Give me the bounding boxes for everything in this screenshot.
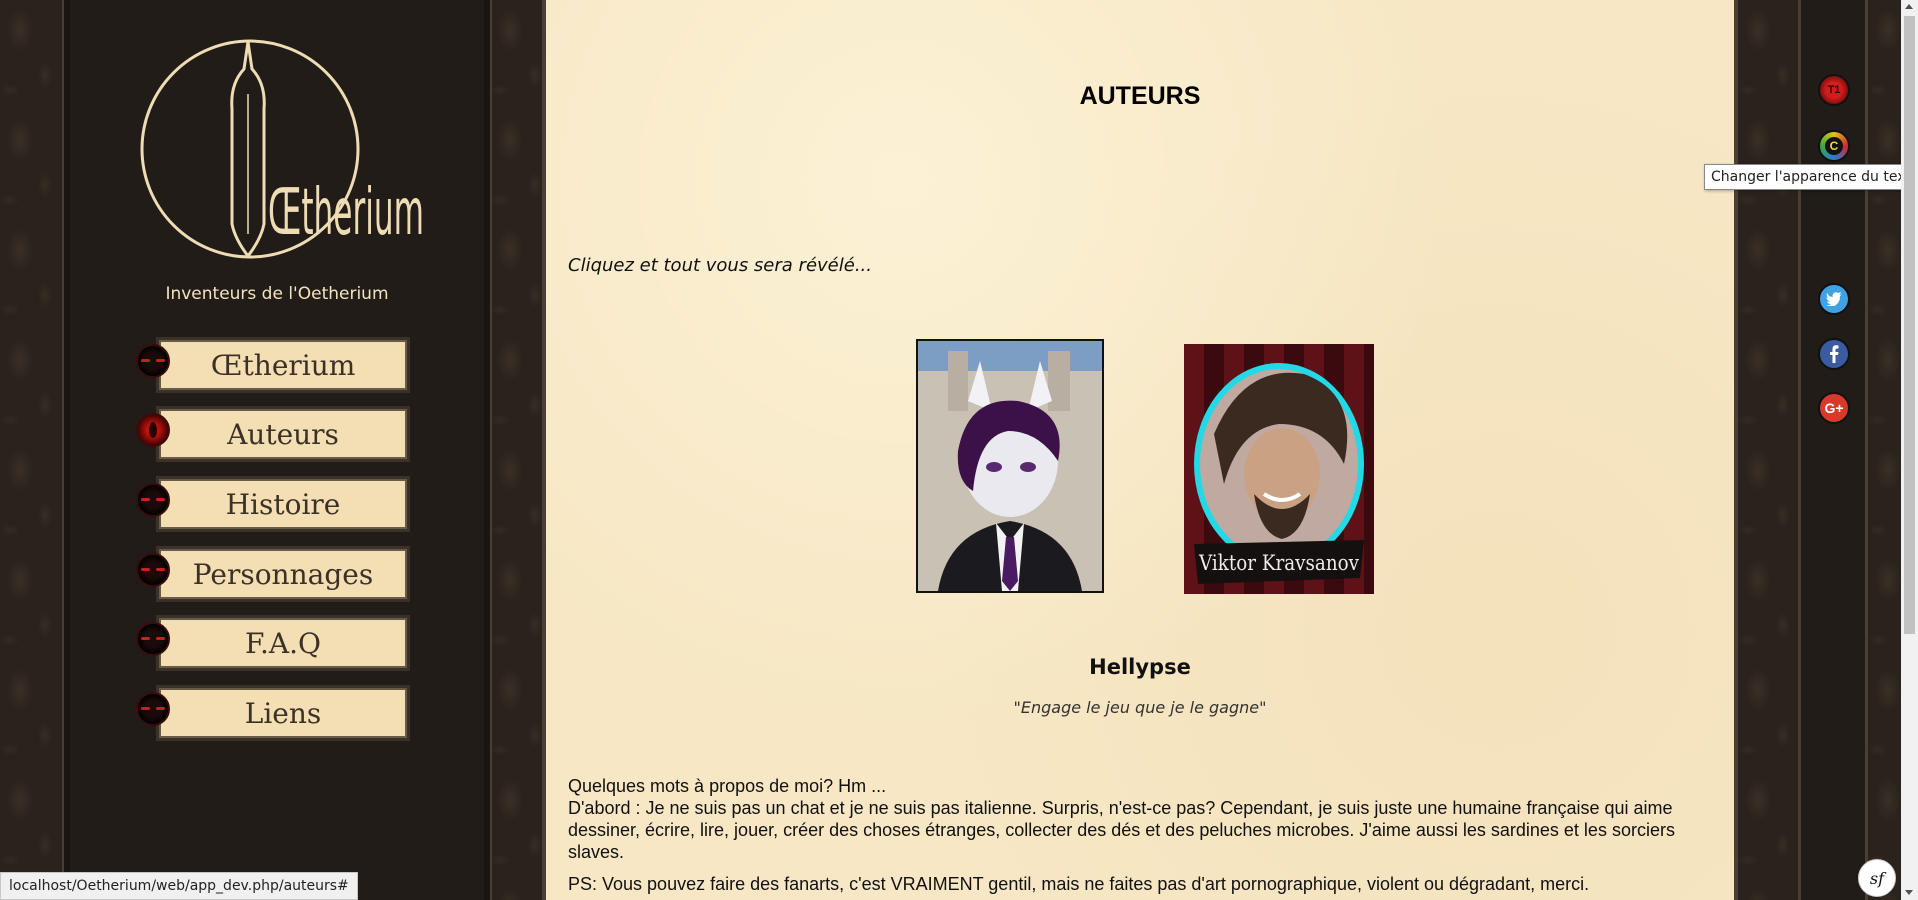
logo-text: Œtherium [268,176,424,250]
author-bio: Quelques mots à propos de moi? Hm ... D'… [568,775,1728,895]
page-title: AUTEURS [1079,82,1201,110]
nav-label: Auteurs [159,409,407,459]
eye-icon [136,483,170,517]
site-logo[interactable]: Œtherium [140,34,430,264]
author-quote: "Engage le jeu que je le gagne" [1013,698,1267,717]
bio-intro: Quelques mots à propos de moi? Hm ... [568,776,887,796]
nav-item-histoire[interactable]: Histoire [136,476,410,532]
text-size-button[interactable]: T1 [1818,74,1850,106]
bio-paragraph: D'abord : Je ne suis pas un chat et je n… [568,798,1675,862]
eye-icon [136,553,170,587]
nav-item-personnages[interactable]: Personnages [136,546,410,602]
nav-label: Œtherium [159,340,407,390]
nav-label: Liens [159,688,407,738]
vertical-scrollbar[interactable] [1901,0,1918,900]
main-content: AUTEURS Cliquez et tout vous sera révélé… [542,0,1738,900]
bio-ps: PS: Vous pouvez faire des fanarts, c'est… [568,874,1590,894]
eye-icon [136,344,170,378]
nav-label: F.A.Q [159,618,407,668]
facebook-icon [1830,345,1839,363]
left-background-pattern [0,0,70,900]
far-right-background-pattern [1868,0,1902,900]
twitter-icon [1826,292,1842,306]
site-tagline: Inventeurs de l'Oetherium [165,284,389,304]
nav-label: Histoire [159,479,407,529]
nav-item-auteurs[interactable]: Auteurs [136,406,410,462]
author-name: Hellypse [1089,655,1191,679]
eye-icon [136,692,170,726]
nav-item-faq[interactable]: F.A.Q [136,615,410,671]
google-plus-share-button[interactable]: G+ [1818,392,1850,424]
tooltip: Changer l'apparence du texte [1704,164,1918,190]
portrait-hellypse[interactable] [916,339,1104,593]
text-appearance-button[interactable]: C [1818,130,1850,162]
color-wheel-icon: C [1825,137,1843,155]
nav-label: Personnages [159,549,407,599]
facebook-share-button[interactable] [1818,338,1850,370]
middle-background-pattern [490,0,542,900]
scroll-down-arrow-icon[interactable] [1905,890,1913,895]
portrait-caption: Viktor Kravsanov [1198,551,1359,575]
eye-open-icon [136,413,170,447]
font-icon: T1 [1827,84,1841,96]
scrollbar-thumb[interactable] [1904,16,1915,634]
google-plus-icon: G+ [1824,400,1844,416]
nav-item-oetherium[interactable]: Œtherium [136,337,410,393]
symfony-toolbar-icon[interactable]: sf [1858,859,1896,897]
portrait-viktor-kravsanov[interactable]: Viktor Kravsanov [1184,344,1374,594]
scroll-up-arrow-icon[interactable] [1905,4,1913,9]
sidebar: Œtherium Inventeurs de l'Oetherium Œther… [62,0,492,900]
nav-item-liens[interactable]: Liens [136,685,410,741]
eye-icon [136,622,170,656]
right-background-pattern [1738,0,1798,900]
intro-text: Cliquez et tout vous sera révélé... [568,255,872,276]
twitter-share-button[interactable] [1818,283,1850,315]
browser-status-bar: localhost/Oetherium/web/app_dev.php/aute… [0,872,358,900]
